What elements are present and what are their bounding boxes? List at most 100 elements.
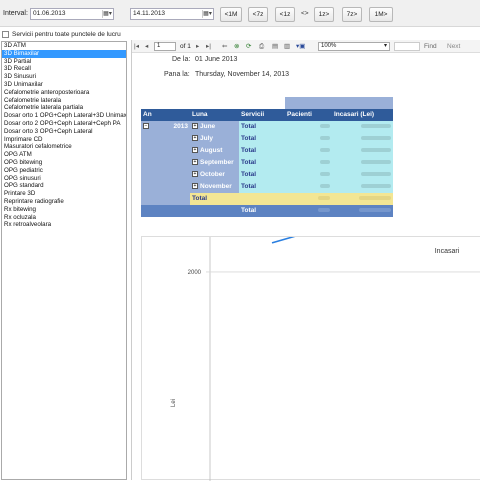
calendar-dropdown-icon[interactable]: ▦▾: [102, 10, 112, 18]
incasari-cell: [332, 169, 393, 181]
nav-separator: <>: [301, 10, 309, 17]
page-setup-icon[interactable]: ▥: [284, 42, 290, 51]
services-list[interactable]: 3D ATM 3D Bimaxilar 3D Partial 3D Recall…: [1, 41, 127, 480]
month-cell: +September: [190, 157, 239, 169]
expand-icon[interactable]: +: [192, 147, 198, 153]
col-header-incasari[interactable]: Incasari (Lei): [332, 109, 393, 121]
list-item[interactable]: 3D Bimaxilar: [2, 50, 126, 58]
col-header-luna[interactable]: Luna: [190, 109, 239, 121]
export-icon[interactable]: ▾▣: [296, 42, 305, 51]
all-points-checkbox[interactable]: [2, 31, 9, 38]
interval-label: Interval:: [3, 10, 28, 17]
month-label: June: [200, 123, 215, 130]
month-cell: +June: [190, 121, 239, 133]
list-item[interactable]: 3D Sinusuri: [2, 73, 126, 81]
list-item[interactable]: 3D ATM: [2, 42, 126, 50]
date-from-input[interactable]: 01.06.2013 ▦▾: [30, 8, 114, 20]
to-value: Thursday, November 14, 2013: [195, 71, 289, 78]
list-item[interactable]: Reprintare radiografie: [2, 198, 126, 206]
month-cell: +July: [190, 133, 239, 145]
list-item[interactable]: 3D Partial: [2, 58, 126, 66]
expand-icon[interactable]: +: [192, 123, 198, 129]
year-value: 2013: [174, 121, 188, 133]
expand-icon[interactable]: +: [192, 183, 198, 189]
list-item[interactable]: Cefalometrie laterala: [2, 97, 126, 105]
chart-title: Incasari: [435, 248, 460, 255]
list-item[interactable]: Dosar orto 2 OPG+Ceph Lateral+Ceph PA: [2, 120, 126, 128]
year-cell: − 2013: [141, 121, 190, 205]
prev-page-icon[interactable]: ◂: [145, 42, 148, 51]
table-header-row: An Luna Servicii Pacienti Incasari (Lei): [141, 109, 393, 121]
list-item[interactable]: Printare 3D: [2, 190, 126, 198]
expand-icon[interactable]: +: [192, 135, 198, 141]
back-icon[interactable]: ⇐: [222, 42, 227, 51]
next-month-button[interactable]: 1M>: [369, 7, 393, 22]
list-item[interactable]: Imprimare CD: [2, 136, 126, 144]
service-cell: Total: [239, 145, 285, 157]
next-page-icon[interactable]: ▸: [196, 42, 199, 51]
pacienti-cell: [285, 157, 332, 169]
list-item[interactable]: OPG ATM: [2, 151, 126, 159]
list-item[interactable]: Masuratori cefalometrice: [2, 143, 126, 151]
list-item[interactable]: OPG pediatric: [2, 167, 126, 175]
y-tick-label: 2000: [188, 270, 202, 276]
month-label: November: [200, 183, 232, 190]
series-line: [272, 237, 473, 243]
prev-day-button[interactable]: <1z: [275, 7, 295, 22]
find-link[interactable]: Find: [424, 42, 437, 51]
list-item[interactable]: 3D Unimaxilar: [2, 81, 126, 89]
date-to-input[interactable]: 14.11.2013 ▦▾: [130, 8, 214, 20]
col-header-servicii[interactable]: Servicii: [239, 109, 285, 121]
find-input[interactable]: [394, 42, 420, 51]
all-points-checkbox-row[interactable]: Servicii pentru toate punctele de lucru: [2, 30, 121, 40]
y-axis-label: Lei: [171, 399, 177, 407]
list-item[interactable]: 3D Recall: [2, 65, 126, 73]
list-item[interactable]: Dosar orto 3 OPG+Ceph Lateral: [2, 128, 126, 136]
service-cell: Total: [239, 121, 285, 133]
page-count-label: of 1: [180, 42, 191, 51]
list-item[interactable]: Rx bitewing: [2, 206, 126, 214]
first-page-icon[interactable]: |◂: [134, 42, 139, 51]
incasari-cell: [332, 145, 393, 157]
col-header-pacienti[interactable]: Pacienti: [285, 109, 332, 121]
list-item[interactable]: Cefalometrie laterala partiala: [2, 104, 126, 112]
incasari-chart: Incasari Lei 600040002000: [141, 236, 480, 480]
next-week-button[interactable]: 7z>: [342, 7, 362, 22]
all-points-checkbox-label: Servicii pentru toate punctele de lucru: [12, 31, 121, 38]
list-item[interactable]: OPG standard: [2, 182, 126, 190]
next-day-button[interactable]: 1z>: [314, 7, 334, 22]
list-item[interactable]: Cefalometrie anteroposterioara: [2, 89, 126, 97]
collapse-icon[interactable]: −: [143, 123, 149, 129]
list-item[interactable]: Rx ocluzala: [2, 214, 126, 222]
expand-icon[interactable]: +: [192, 159, 198, 165]
zoom-select[interactable]: 100%▾: [318, 42, 390, 51]
last-page-icon[interactable]: ▸|: [206, 42, 211, 51]
prev-month-button[interactable]: <1M: [220, 7, 242, 22]
incasari-subtotal-cell: [332, 193, 393, 205]
filter-toolbar: Interval: 01.06.2013 ▦▾ 14.11.2013 ▦▾ <1…: [0, 0, 480, 27]
pacienti-cell: [285, 181, 332, 193]
pacienti-cell: [285, 121, 332, 133]
list-item[interactable]: Dosar orto 1 OPG+Ceph Lateral+3D Unimaxi…: [2, 112, 126, 120]
page-number-input[interactable]: 1: [154, 42, 176, 51]
month-label: July: [200, 135, 213, 142]
prev-week-button[interactable]: <7z: [248, 7, 268, 22]
col-header-an[interactable]: An: [141, 109, 190, 121]
stop-icon[interactable]: ⊗: [234, 42, 239, 51]
print-layout-icon[interactable]: ▤: [272, 42, 278, 51]
table-row: − 2013 +June Total: [141, 121, 393, 133]
next-link[interactable]: Next: [447, 42, 460, 51]
calendar-dropdown-icon[interactable]: ▦▾: [202, 10, 212, 18]
list-item[interactable]: OPG sinusuri: [2, 175, 126, 183]
refresh-icon[interactable]: ⟳: [246, 42, 251, 51]
print-icon[interactable]: ⎙: [259, 42, 264, 51]
list-item[interactable]: Rx retroalveolara: [2, 221, 126, 229]
list-item[interactable]: OPG bitewing: [2, 159, 126, 167]
line-chart-svg: Incasari Lei 600040002000: [142, 237, 480, 481]
table-header-row: [141, 97, 393, 109]
zoom-value: 100%: [321, 43, 336, 49]
expand-icon[interactable]: +: [192, 171, 198, 177]
service-cell: Total: [239, 157, 285, 169]
month-cell: +November: [190, 181, 239, 193]
grand-total-label: Total: [239, 205, 285, 217]
